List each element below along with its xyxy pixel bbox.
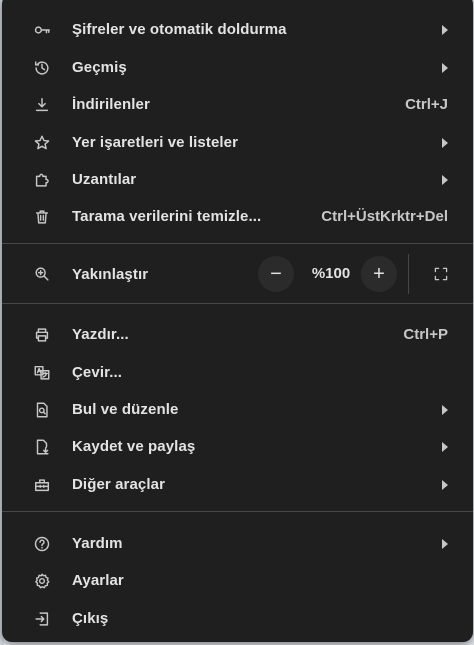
fullscreen-button[interactable] <box>423 256 459 292</box>
zoom-row: Yakınlaştır − %100 + <box>2 254 473 294</box>
trash-icon <box>32 207 52 227</box>
translate-icon <box>32 363 52 383</box>
menu-item-shortcut: Ctrl+ÜstKrktr+Del <box>321 208 448 225</box>
menu-item-label: Yazdır... <box>72 326 129 343</box>
menu-item-more-tools[interactable]: Diğer araçlar <box>2 466 473 503</box>
extension-icon <box>32 170 52 190</box>
star-icon <box>32 133 52 153</box>
menu-item-label: Tarama verilerini temizle... <box>72 208 262 225</box>
download-icon <box>32 95 52 115</box>
zoom-out-button[interactable]: − <box>258 256 294 292</box>
menu-item-shortcut: Ctrl+J <box>405 96 448 113</box>
menu-item-settings[interactable]: Ayarlar <box>2 562 473 599</box>
key-icon <box>32 20 52 40</box>
menu-item-downloads[interactable]: İndirilenler Ctrl+J <box>2 86 473 123</box>
menu-item-label: Şifreler ve otomatik doldurma <box>72 21 287 38</box>
menu-item-label: Ayarlar <box>72 572 124 589</box>
exit-icon <box>32 609 52 629</box>
menu-item-label: Geçmiş <box>72 59 127 76</box>
zoom-in-button[interactable]: + <box>361 256 397 292</box>
help-icon <box>32 534 52 554</box>
settings-icon <box>32 571 52 591</box>
menu-separator <box>2 303 473 304</box>
zoom-divider <box>408 254 409 294</box>
submenu-arrow-icon <box>442 441 448 452</box>
save-share-icon <box>32 437 52 457</box>
menu-item-passwords[interactable]: Şifreler ve otomatik doldurma <box>2 11 473 48</box>
submenu-arrow-icon <box>442 137 448 148</box>
menu-item-clear-browsing-data[interactable]: Tarama verilerini temizle... Ctrl+ÜstKrk… <box>2 198 473 235</box>
menu-item-history[interactable]: Geçmiş <box>2 49 473 86</box>
menu-item-label: Diğer araçlar <box>72 476 166 493</box>
menu-item-translate[interactable]: Çevir... <box>2 354 473 391</box>
submenu-arrow-icon <box>442 62 448 73</box>
menu-item-label: Çıkış <box>72 610 109 627</box>
zoom-icon <box>32 264 52 284</box>
fullscreen-icon <box>434 267 448 281</box>
menu-item-save-share[interactable]: Kaydet ve paylaş <box>2 428 473 465</box>
submenu-arrow-icon <box>442 404 448 415</box>
menu-item-label: Kaydet ve paylaş <box>72 438 196 455</box>
menu-separator <box>2 511 473 512</box>
menu-item-label: Çevir... <box>72 364 122 381</box>
plus-icon: + <box>373 262 385 285</box>
menu-item-shortcut: Ctrl+P <box>403 326 448 343</box>
menu-item-exit[interactable]: Çıkış <box>2 600 473 637</box>
menu-item-label: İndirilenler <box>72 96 150 113</box>
zoom-level: %100 <box>311 265 351 282</box>
menu-separator <box>2 243 473 244</box>
toolbox-icon <box>32 475 52 495</box>
menu-item-label: Bul ve düzenle <box>72 401 179 418</box>
history-icon <box>32 58 52 78</box>
menu-item-help[interactable]: Yardım <box>2 525 473 562</box>
submenu-arrow-icon <box>442 479 448 490</box>
submenu-arrow-icon <box>442 538 448 549</box>
menu-item-label: Yer işaretleri ve listeler <box>72 134 239 151</box>
print-icon <box>32 325 52 345</box>
find-icon <box>32 400 52 420</box>
menu-item-label: Uzantılar <box>72 171 137 188</box>
menu-item-find-edit[interactable]: Bul ve düzenle <box>2 391 473 428</box>
minus-icon: − <box>270 262 282 285</box>
menu-item-extensions[interactable]: Uzantılar <box>2 161 473 198</box>
browser-main-menu: Şifreler ve otomatik doldurma Geçmiş İnd… <box>2 0 473 642</box>
menu-item-label: Yardım <box>72 535 123 552</box>
menu-item-bookmarks[interactable]: Yer işaretleri ve listeler <box>2 124 473 161</box>
zoom-label: Yakınlaştır <box>72 265 149 283</box>
menu-item-print[interactable]: Yazdır... Ctrl+P <box>2 316 473 353</box>
submenu-arrow-icon <box>442 24 448 35</box>
submenu-arrow-icon <box>442 174 448 185</box>
